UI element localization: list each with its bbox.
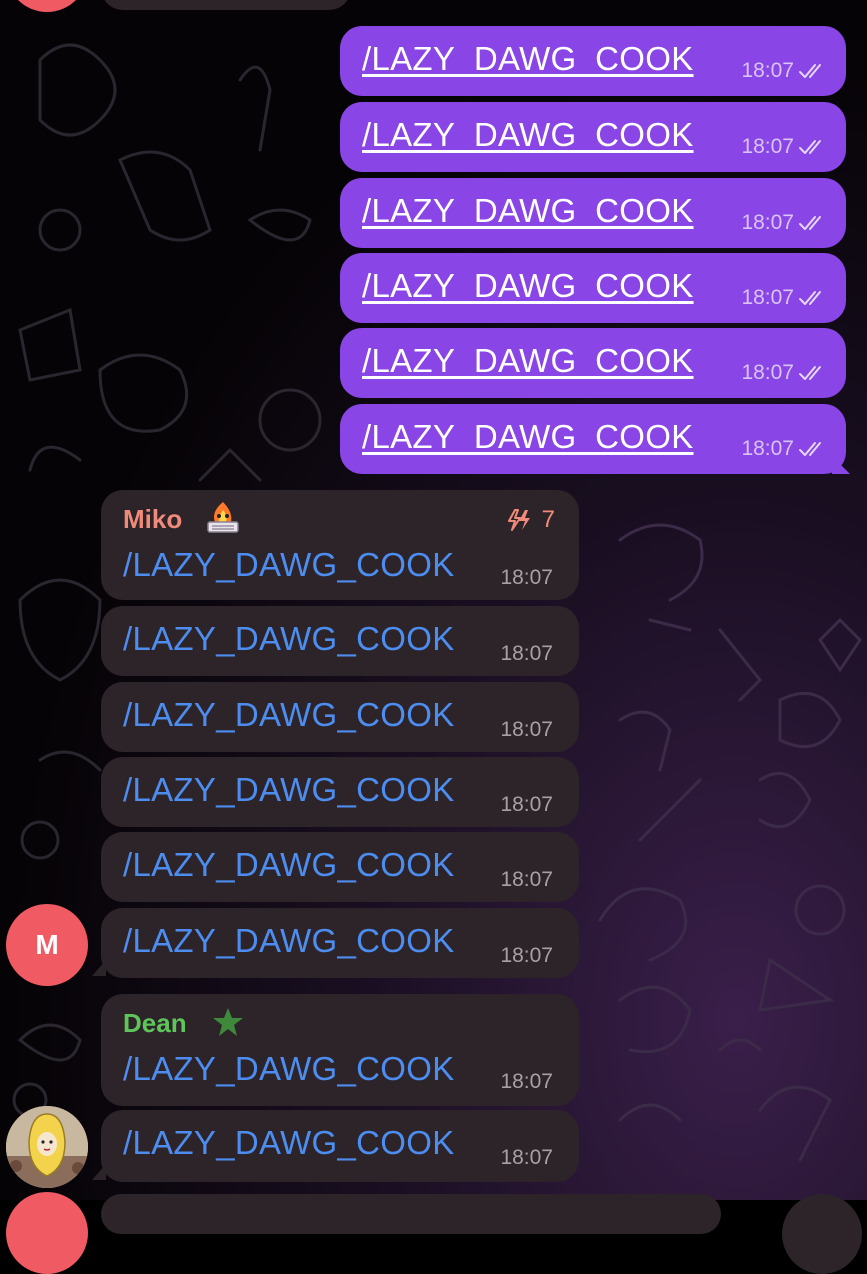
message-time: 18:07: [500, 1070, 553, 1093]
double-check-icon: [799, 442, 821, 456]
bot-command-link[interactable]: /LAZY_DAWG_COOK: [123, 620, 455, 658]
miko-message[interactable]: /LAZY_DAWG_COOK 18:07: [101, 682, 579, 752]
message-time: 18:07: [500, 944, 553, 967]
boost-count: 7: [541, 506, 555, 533]
bot-command-link[interactable]: /LAZY_DAWG_COOK: [362, 40, 694, 78]
miko-message[interactable]: /LAZY_DAWG_COOK 18:07: [101, 832, 579, 902]
miko-message-first[interactable]: Miko 7 /LAZY_DAWG_COOK 18:07: [101, 490, 579, 600]
outgoing-message[interactable]: /LAZY_DAWG_COOK 18:07: [340, 328, 846, 398]
avatar-bottom-partial[interactable]: [6, 1192, 88, 1274]
fire-keyboard-emoji-icon: [205, 500, 241, 534]
double-check-icon: [799, 366, 821, 380]
message-time: 18:07: [500, 868, 553, 891]
dean-message-first[interactable]: Dean /LAZY_DAWG_COOK 18:07: [101, 994, 579, 1106]
message-meta: 18:07: [741, 286, 828, 310]
dean-message[interactable]: /LAZY_DAWG_COOK 18:07: [101, 1110, 579, 1182]
bubble-tail: [92, 1164, 106, 1180]
bot-command-link[interactable]: /LAZY_DAWG_COOK: [123, 1124, 455, 1162]
avatar-miko[interactable]: M: [6, 904, 88, 986]
lightning-boost-icon: [507, 508, 533, 537]
message-time: 18:07: [741, 59, 794, 82]
double-check-icon: [799, 140, 821, 154]
bot-command-link[interactable]: /LAZY_DAWG_COOK: [123, 546, 455, 584]
bot-command-link[interactable]: /LAZY_DAWG_COOK: [362, 267, 694, 305]
message-time: 18:07: [500, 718, 553, 741]
message-meta: 18:07: [741, 437, 828, 461]
miko-message[interactable]: /LAZY_DAWG_COOK 18:07: [101, 908, 579, 978]
double-check-icon: [799, 216, 821, 230]
outgoing-message[interactable]: /LAZY_DAWG_COOK 18:07: [340, 26, 846, 96]
message-time: 18:07: [500, 566, 553, 589]
miko-message[interactable]: /LAZY_DAWG_COOK 18:07: [101, 606, 579, 676]
message-time: 18:07: [741, 437, 794, 460]
bot-command-link[interactable]: /LAZY_DAWG_COOK: [123, 771, 455, 809]
bot-command-link[interactable]: /LAZY_DAWG_COOK: [362, 116, 694, 154]
message-bubble-top-partial: [101, 0, 351, 10]
star-icon: [211, 1006, 245, 1043]
message-time: 18:07: [500, 642, 553, 665]
message-meta: 18:07: [741, 59, 828, 83]
message-time: 18:07: [741, 135, 794, 158]
message-time: 18:07: [500, 793, 553, 816]
sender-name[interactable]: Dean: [123, 1008, 187, 1039]
outgoing-message[interactable]: /LAZY_DAWG_COOK 18:07: [340, 404, 846, 474]
message-meta: 18:07: [741, 361, 828, 385]
avatar-dean[interactable]: [6, 1106, 88, 1188]
outgoing-message[interactable]: /LAZY_DAWG_COOK 18:07: [340, 102, 846, 172]
bot-command-link[interactable]: /LAZY_DAWG_COOK: [123, 846, 455, 884]
double-check-icon: [799, 64, 821, 78]
outgoing-message[interactable]: /LAZY_DAWG_COOK 18:07: [340, 178, 846, 248]
bot-command-link[interactable]: /LAZY_DAWG_COOK: [362, 418, 694, 456]
message-time: 18:07: [500, 1146, 553, 1169]
message-time: 18:07: [741, 361, 794, 384]
sender-name[interactable]: Miko: [123, 504, 182, 535]
outgoing-message[interactable]: /LAZY_DAWG_COOK 18:07: [340, 253, 846, 323]
double-check-icon: [799, 291, 821, 305]
bot-command-link[interactable]: /LAZY_DAWG_COOK: [362, 192, 694, 230]
message-meta: 18:07: [741, 211, 828, 235]
bubble-tail: [832, 456, 850, 474]
scroll-button-partial[interactable]: [782, 1194, 862, 1274]
message-meta: 18:07: [741, 135, 828, 159]
bot-command-link[interactable]: /LAZY_DAWG_COOK: [123, 696, 455, 734]
bot-command-link[interactable]: /LAZY_DAWG_COOK: [123, 1050, 455, 1088]
message-bubble-bottom-partial: [101, 1194, 721, 1234]
bot-command-link[interactable]: /LAZY_DAWG_COOK: [362, 342, 694, 380]
bubble-tail: [92, 960, 106, 976]
avatar-letter: M: [35, 929, 59, 960]
miko-message[interactable]: /LAZY_DAWG_COOK 18:07: [101, 757, 579, 827]
avatar-image: [6, 1106, 88, 1188]
message-time: 18:07: [741, 286, 794, 309]
message-time: 18:07: [741, 211, 794, 234]
bot-command-link[interactable]: /LAZY_DAWG_COOK: [123, 922, 455, 960]
